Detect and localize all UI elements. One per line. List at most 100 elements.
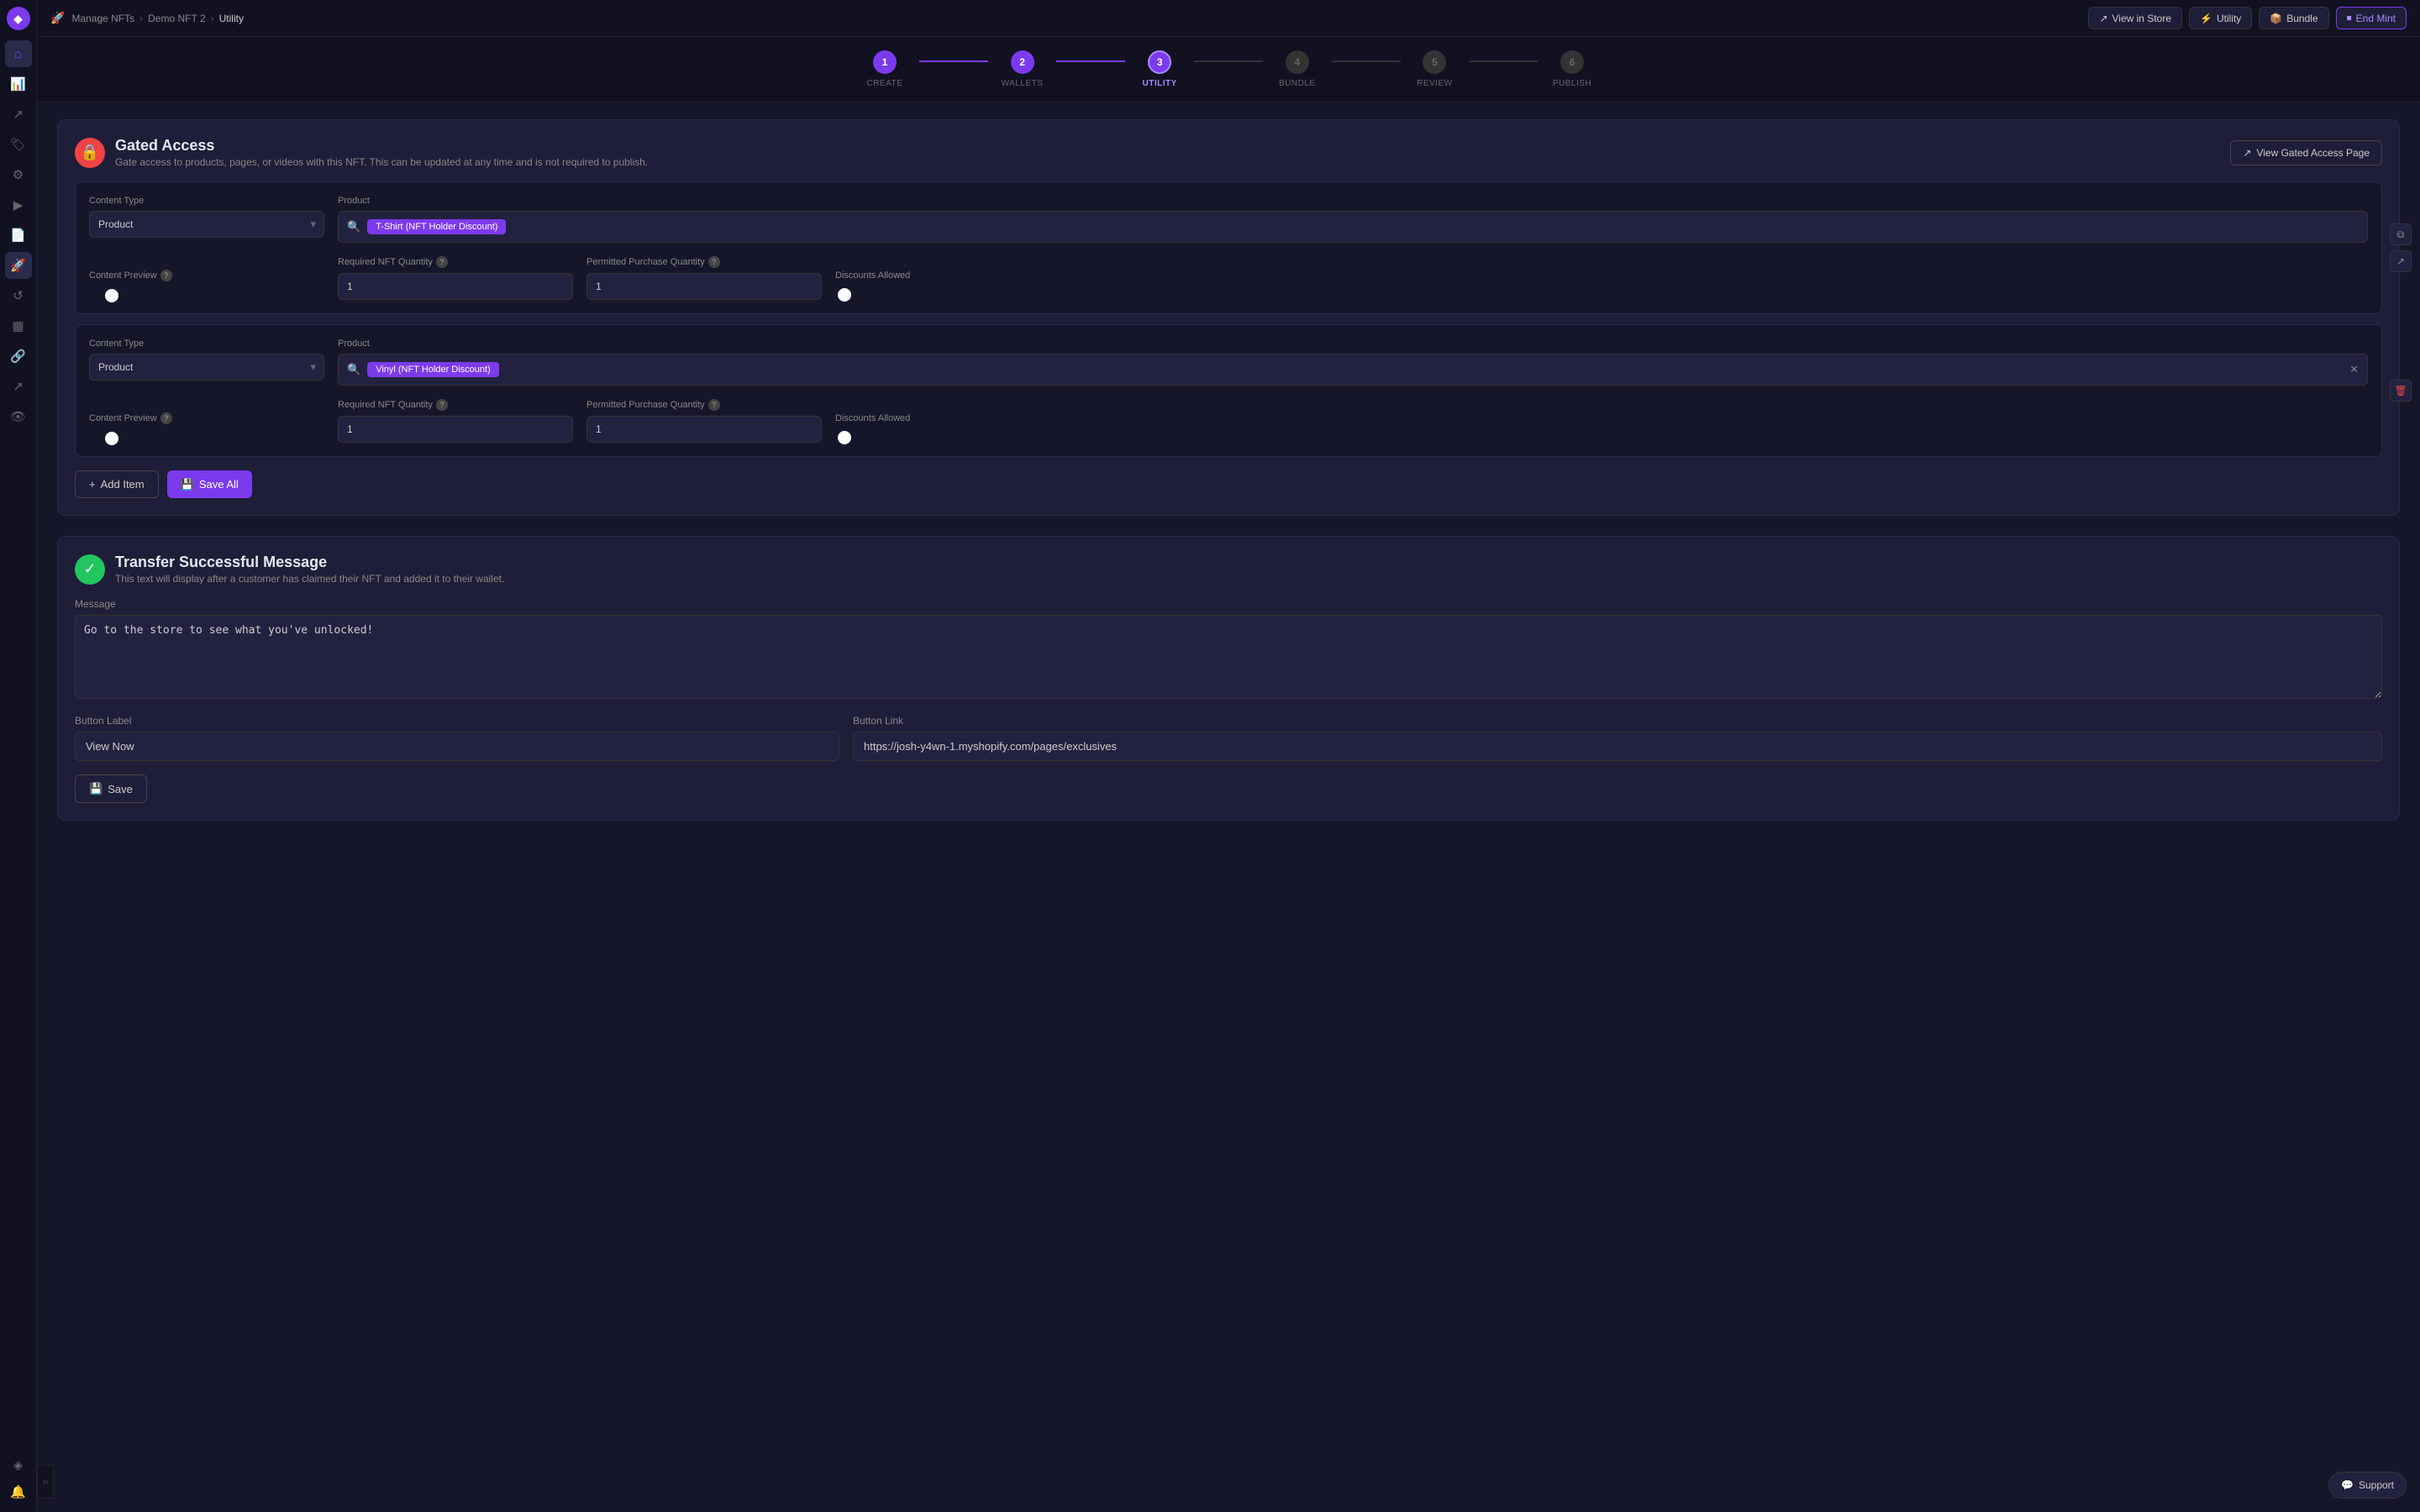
step-circle-review: 5 bbox=[1423, 50, 1446, 74]
sidebar-icon-settings[interactable]: ⚙ bbox=[5, 161, 32, 188]
sidebar-icon-chart[interactable]: 📊 bbox=[5, 71, 32, 97]
step-label-create: CREATE bbox=[866, 79, 902, 88]
permitted-purchase-input-2[interactable] bbox=[587, 416, 822, 443]
collapse-sidebar-button[interactable]: ‹‹ bbox=[37, 1465, 54, 1499]
gated-item-1-top: Content Type Product Page Video bbox=[89, 196, 2368, 243]
transfer-message-title: Transfer Successful Message bbox=[115, 554, 504, 571]
gated-action-buttons: + Add Item 💾 Save All bbox=[75, 470, 2382, 498]
save-icon-2: 💾 bbox=[89, 782, 103, 795]
content-type-field-2: Content Type Product Page Video bbox=[89, 339, 324, 386]
step-label-wallets: WALLETS bbox=[1002, 79, 1044, 88]
app-logo[interactable]: ◆ bbox=[7, 7, 30, 30]
content-type-select-wrapper-2: Product Page Video bbox=[89, 354, 324, 381]
step-publish[interactable]: 6 PUBLISH bbox=[1538, 50, 1607, 88]
sidebar-icon-link[interactable]: 🔗 bbox=[5, 343, 32, 370]
content-type-select-1[interactable]: Product Page Video bbox=[89, 211, 324, 238]
step-line-2 bbox=[1056, 60, 1125, 62]
permitted-purchase-input-1[interactable] bbox=[587, 273, 822, 300]
save-all-label: Save All bbox=[199, 478, 239, 491]
end-mint-button[interactable]: ⏹ End Mint bbox=[2336, 7, 2407, 29]
product-search-2[interactable]: 🔍 Vinyl (NFT Holder Discount) ✕ bbox=[338, 354, 2368, 386]
gated-access-title: Gated Access bbox=[115, 137, 648, 155]
content-area: 🔒 Gated Access Gate access to products, … bbox=[37, 102, 2420, 1512]
save-button[interactable]: 💾 Save bbox=[75, 774, 147, 803]
required-nft-input-2[interactable] bbox=[338, 416, 573, 443]
gated-access-title-group: Gated Access Gate access to products, pa… bbox=[115, 137, 648, 168]
view-gated-access-button[interactable]: ↗ View Gated Access Page bbox=[2230, 140, 2382, 165]
utility-button[interactable]: ⚡ Utility bbox=[2189, 7, 2252, 29]
step-review[interactable]: 5 REVIEW bbox=[1401, 50, 1470, 88]
add-item-label: Add Item bbox=[101, 478, 145, 491]
sidebar-icon-tag[interactable]: 🏷 bbox=[5, 131, 32, 158]
required-nft-label-1: Required NFT Quantity ? bbox=[338, 256, 573, 268]
sidebar-icon-rocket[interactable]: 🚀 bbox=[5, 252, 32, 279]
step-circle-create: 1 bbox=[873, 50, 897, 74]
bundle-button[interactable]: 📦 Bundle bbox=[2259, 7, 2328, 29]
gated-item-2: Content Type Product Page Video bbox=[75, 324, 2382, 457]
button-label-field: Button Label bbox=[75, 715, 839, 761]
transfer-message-header: ✓ Transfer Successful Message This text … bbox=[75, 554, 2382, 585]
transfer-action-buttons: 💾 Save bbox=[75, 774, 2382, 803]
sidebar-icon-trending[interactable]: ↗ bbox=[5, 101, 32, 128]
step-circle-utility: 3 bbox=[1148, 50, 1171, 74]
gated-item-2-top: Content Type Product Page Video bbox=[89, 339, 2368, 386]
button-link-field: Button Link bbox=[853, 715, 2382, 761]
add-item-button[interactable]: + Add Item bbox=[75, 470, 159, 498]
sidebar-icon-external[interactable]: ↗ bbox=[5, 373, 32, 400]
search-icon-2: 🔍 bbox=[347, 363, 360, 376]
product-field-2: Product 🔍 Vinyl (NFT Holder Discount) ✕ bbox=[338, 339, 2368, 386]
sidebar-icon-cube[interactable]: ◈ bbox=[5, 1452, 32, 1478]
permitted-purchase-label-2: Permitted Purchase Quantity ? bbox=[587, 399, 822, 411]
step-label-bundle: BUNDLE bbox=[1279, 79, 1316, 88]
button-label-input[interactable] bbox=[75, 732, 839, 761]
step-label-publish: PUBLISH bbox=[1553, 79, 1591, 88]
required-nft-input-1[interactable] bbox=[338, 273, 573, 300]
view-in-store-button[interactable]: ↗ View in Store bbox=[2088, 7, 2182, 29]
button-fields-row: Button Label Button Link bbox=[75, 715, 2382, 761]
content-type-select-2[interactable]: Product Page Video bbox=[89, 354, 324, 381]
row-1-copy-button[interactable]: ⧉ bbox=[2390, 223, 2412, 245]
end-mint-icon: ⏹ bbox=[2347, 12, 2352, 24]
gated-item-1: Content Type Product Page Video bbox=[75, 181, 2382, 314]
breadcrumb-manage[interactable]: Manage NFTs bbox=[71, 13, 134, 24]
support-button[interactable]: 💬 Support bbox=[2328, 1472, 2407, 1499]
step-bundle[interactable]: 4 BUNDLE bbox=[1263, 50, 1332, 88]
required-nft-help-2: ? bbox=[436, 399, 448, 411]
button-link-input[interactable] bbox=[853, 732, 2382, 761]
step-create[interactable]: 1 CREATE bbox=[850, 50, 919, 88]
sidebar-icon-bell[interactable]: 🔔 bbox=[5, 1478, 32, 1505]
row-2-delete-button[interactable]: 🗑 bbox=[2390, 380, 2412, 402]
content-type-field-1: Content Type Product Page Video bbox=[89, 196, 324, 243]
gated-access-header: 🔒 Gated Access Gate access to products, … bbox=[75, 137, 2382, 168]
steps-bar: 1 CREATE 2 WALLETS 3 UTILITY 4 BUNDLE 5 … bbox=[37, 37, 2420, 102]
message-textarea[interactable]: Go to the store to see what you've unloc… bbox=[75, 615, 2382, 699]
row-1-link-button[interactable]: ↗ bbox=[2390, 250, 2412, 272]
step-wallets[interactable]: 2 WALLETS bbox=[988, 50, 1057, 88]
product-search-1[interactable]: 🔍 T-Shirt (NFT Holder Discount) bbox=[338, 211, 2368, 243]
step-circle-wallets: 2 bbox=[1011, 50, 1034, 74]
sidebar-icon-grid[interactable]: ▦ bbox=[5, 312, 32, 339]
sidebar-icon-eye[interactable]: 👁 bbox=[5, 403, 32, 430]
breadcrumb-sep1: › bbox=[139, 13, 143, 24]
topbar: 🚀 Manage NFTs › Demo NFT 2 › Utility ↗ V… bbox=[37, 0, 2420, 37]
required-nft-field-1: Required NFT Quantity ? bbox=[338, 256, 573, 300]
button-link-label: Button Link bbox=[853, 715, 2382, 727]
step-utility[interactable]: 3 UTILITY bbox=[1125, 50, 1194, 88]
sidebar-icon-refresh[interactable]: ↺ bbox=[5, 282, 32, 309]
save-all-button[interactable]: 💾 Save All bbox=[167, 470, 252, 498]
product-tag-close-2[interactable]: ✕ bbox=[2349, 363, 2359, 376]
sidebar-icon-video[interactable]: ▶ bbox=[5, 192, 32, 218]
product-label-1: Product bbox=[338, 196, 2368, 206]
search-icon-1: 🔍 bbox=[347, 220, 360, 234]
sidebar-icon-document[interactable]: 📄 bbox=[5, 222, 32, 249]
view-in-store-label: View in Store bbox=[2112, 13, 2171, 24]
step-circle-publish: 6 bbox=[1560, 50, 1584, 74]
content-preview-help-1: ? bbox=[160, 270, 172, 281]
permitted-purchase-field-1: Permitted Purchase Quantity ? bbox=[587, 256, 822, 300]
breadcrumb: Manage NFTs › Demo NFT 2 › Utility bbox=[71, 13, 244, 24]
breadcrumb-demo[interactable]: Demo NFT 2 bbox=[148, 13, 205, 24]
step-line-3 bbox=[1194, 60, 1263, 62]
sidebar-icon-home[interactable]: ⌂ bbox=[5, 40, 32, 67]
steps-container: 1 CREATE 2 WALLETS 3 UTILITY 4 BUNDLE 5 … bbox=[850, 50, 1607, 88]
gated-item-2-bottom: Content Preview ? Required NFT Quantity bbox=[89, 399, 2368, 443]
